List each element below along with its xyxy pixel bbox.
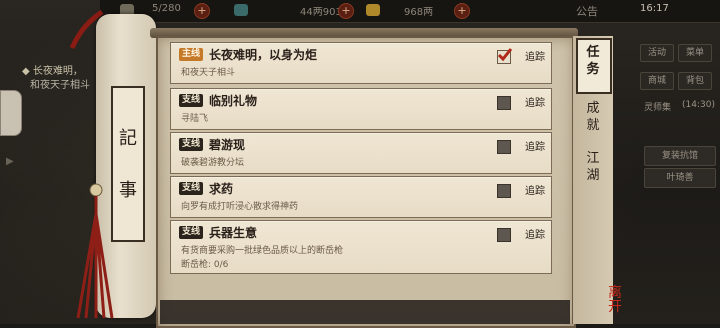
track-label: 追踪 xyxy=(525,98,545,109)
side-button-activity[interactable]: 活动 xyxy=(640,44,674,62)
quest-title: 碧游现 xyxy=(209,138,246,152)
track-label: 追踪 xyxy=(525,230,545,241)
close-seal-button[interactable]: 离开 xyxy=(608,286,634,316)
quest-card-3[interactable]: 支线 碧游现 破袭碧游教分坛 追踪 xyxy=(170,132,552,174)
quest-title: 长夜难明，以身为炬 xyxy=(209,48,318,62)
track-checkbox[interactable] xyxy=(497,228,511,242)
add-copper-button[interactable]: + xyxy=(338,3,354,19)
tracker-quest-desc: 和夜天子相斗 xyxy=(30,80,90,91)
checkmark-icon xyxy=(497,48,513,62)
stamina-value: 5/280 xyxy=(152,3,181,14)
quest-tag: 支线 xyxy=(179,138,203,151)
quest-tag: 主线 xyxy=(179,48,203,61)
tassel-ornament xyxy=(76,183,114,319)
clock: 16:17 xyxy=(640,3,669,14)
spirit-label: 灵师集 xyxy=(644,103,672,113)
side-row-2[interactable]: 叶琦善 xyxy=(644,168,716,188)
track-checkbox[interactable] xyxy=(497,96,511,110)
quest-progress: 断岳枪: 0/6 xyxy=(181,260,229,270)
tracker-quest-title[interactable]: ◆ 长夜难明， xyxy=(22,62,83,77)
quest-desc: 向罗有成打听浸心散求得神药 xyxy=(181,202,299,212)
tab-quests[interactable]: 任务 xyxy=(578,44,608,78)
track-checkbox[interactable] xyxy=(497,48,513,64)
quest-title: 兵器生意 xyxy=(209,226,258,240)
quest-card-2[interactable]: 支线 临别礼物 寻陆飞 追踪 xyxy=(170,88,552,130)
scroll-char-1: 記 xyxy=(119,128,137,149)
track-label: 追踪 xyxy=(525,186,545,197)
notice-button[interactable]: 公告 xyxy=(576,3,598,19)
track-checkbox[interactable] xyxy=(497,184,511,198)
quest-desc: 破袭碧游教分坛 xyxy=(181,158,245,168)
spirit-timer: (14:30) xyxy=(682,100,715,110)
quest-title: 求药 xyxy=(209,182,234,196)
expand-arrow-icon[interactable]: ▶ xyxy=(6,156,14,167)
add-stamina-button[interactable]: + xyxy=(194,3,210,19)
side-button-bag[interactable]: 背包 xyxy=(678,72,712,90)
tab-achievements[interactable]: 成就 xyxy=(578,100,608,134)
track-checkbox[interactable] xyxy=(497,140,511,154)
quest-card-4[interactable]: 支线 求药 向罗有成打听浸心散求得神药 追踪 xyxy=(170,176,552,218)
track-label: 追踪 xyxy=(525,142,545,153)
quest-card-5[interactable]: 支线 兵器生意 有货商要采购一批绿色品质以上的断岳枪 断岳枪: 0/6 追踪 xyxy=(170,220,552,274)
quest-desc: 和夜天子相斗 xyxy=(181,68,236,78)
side-button-shop[interactable]: 商城 xyxy=(640,72,674,90)
add-silver-button[interactable]: + xyxy=(454,3,470,19)
quest-card-1[interactable]: 主线 长夜难明，以身为炬 和夜天子相斗 追踪 xyxy=(170,42,552,84)
silver-value: 968两 xyxy=(404,7,434,18)
bottom-toolbar-strip xyxy=(160,300,570,324)
quest-tag: 支线 xyxy=(179,182,203,195)
quest-title: 临别礼物 xyxy=(209,94,258,108)
left-side-tab[interactable] xyxy=(0,90,22,136)
quest-desc: 寻陆飞 xyxy=(181,114,209,124)
side-button-menu[interactable]: 菜单 xyxy=(678,44,712,62)
side-row-1[interactable]: 复装抗馆 xyxy=(644,146,716,166)
quest-tag: 支线 xyxy=(179,94,203,107)
tab-jianghu[interactable]: 江湖 xyxy=(578,150,608,184)
copper-icon xyxy=(234,4,248,16)
quest-desc: 有货商要采购一批绿色品质以上的断岳枪 xyxy=(181,246,344,256)
quest-tag: 支线 xyxy=(179,226,203,239)
track-label: 追踪 xyxy=(525,52,545,63)
silver-icon xyxy=(366,4,380,16)
top-hud-bar: 5/280 + 44两903文 + 968两 + 公告 16:17 xyxy=(100,0,720,23)
